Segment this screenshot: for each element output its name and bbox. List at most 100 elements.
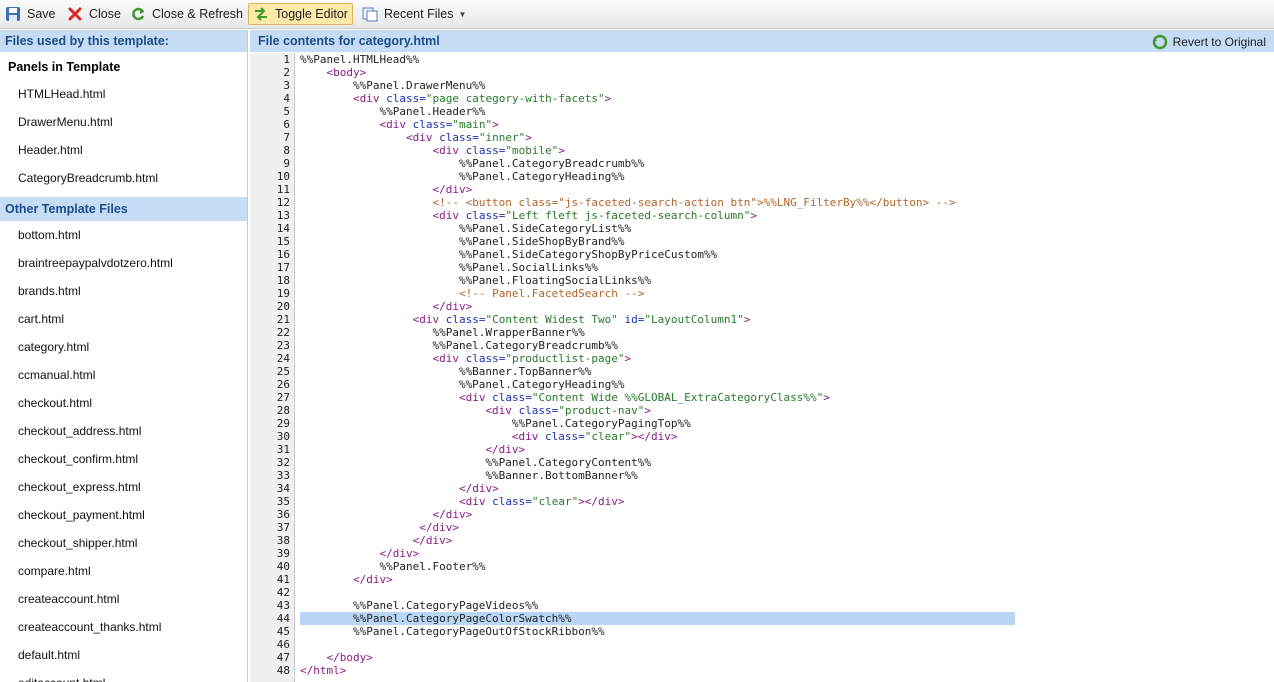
- code-line[interactable]: <body>: [300, 66, 367, 79]
- code-line[interactable]: </body>: [300, 651, 373, 664]
- code-line[interactable]: </div>: [300, 534, 453, 547]
- code-line[interactable]: %%Banner.BottomBanner%%: [300, 469, 637, 482]
- code-line[interactable]: %%Panel.Footer%%: [300, 560, 485, 573]
- code-line[interactable]: %%Panel.SideCategoryShopByPriceCustom%%: [300, 248, 717, 261]
- file-item[interactable]: braintreepaypalvdotzero.html: [0, 249, 247, 277]
- file-item[interactable]: compare.html: [0, 557, 247, 585]
- close-refresh-button[interactable]: Close & Refresh: [126, 3, 247, 25]
- file-item[interactable]: createaccount_thanks.html: [0, 613, 247, 641]
- code-line[interactable]: %%Panel.Header%%: [300, 105, 485, 118]
- code-token: class=: [492, 495, 532, 508]
- code-area[interactable]: %%Panel.HTMLHead%% <body> %%Panel.Drawer…: [300, 53, 1274, 682]
- line-number: 22: [276, 326, 290, 339]
- code-line[interactable]: %%Panel.CategoryBreadcrumb%%: [300, 157, 644, 170]
- code-line[interactable]: </div>: [300, 573, 393, 586]
- code-line[interactable]: <div class="clear"></div>: [300, 495, 625, 508]
- close-button[interactable]: Close: [63, 3, 125, 25]
- code-token: <div: [405, 131, 440, 144]
- file-item[interactable]: checkout_express.html: [0, 473, 247, 501]
- revert-to-original-button[interactable]: Revert to Original: [1152, 33, 1266, 51]
- code-line[interactable]: </div>: [300, 508, 472, 521]
- code-line[interactable]: %%Panel.CategoryBreadcrumb%%: [300, 339, 618, 352]
- code-line[interactable]: </div>: [300, 521, 459, 534]
- file-item[interactable]: CategoryBreadcrumb.html: [0, 164, 247, 192]
- code-line[interactable]: %%Panel.DrawerMenu%%: [300, 79, 485, 92]
- line-number: 18: [276, 274, 290, 287]
- file-item[interactable]: DrawerMenu.html: [0, 108, 247, 136]
- recent-files-button[interactable]: Recent Files ▼: [358, 3, 470, 25]
- code-line[interactable]: %%Panel.WrapperBanner%%: [300, 326, 584, 339]
- file-item[interactable]: ccmanual.html: [0, 361, 247, 389]
- line-number: 33: [276, 469, 290, 482]
- line-number: 24: [276, 352, 290, 365]
- code-line[interactable]: <div class="productlist-page">: [300, 352, 631, 365]
- code-token: >: [558, 144, 565, 157]
- file-item[interactable]: createaccount.html: [0, 585, 247, 613]
- file-item[interactable]: HTMLHead.html: [0, 80, 247, 108]
- code-editor[interactable]: 1 2 3 4 5 6 7 8 9 10 11 12 13 14 15 16 17 18 19 20 21 22 23 24 2…: [250, 53, 1274, 682]
- file-item[interactable]: cart.html: [0, 305, 247, 333]
- toggle-editor-button[interactable]: Toggle Editor: [248, 3, 353, 25]
- code-line[interactable]: %%Panel.CategoryPageColorSwatch%%: [300, 612, 572, 625]
- code-line[interactable]: </div>: [300, 482, 499, 495]
- file-item[interactable]: checkout_confirm.html: [0, 445, 247, 473]
- code-line[interactable]: %%Panel.HTMLHead%%: [300, 53, 419, 66]
- file-item[interactable]: Header.html: [0, 136, 247, 164]
- line-number: 13: [276, 209, 290, 222]
- code-line[interactable]: <div class="product-nav">: [300, 404, 651, 417]
- code-line[interactable]: </div>: [300, 300, 472, 313]
- file-item[interactable]: default.html: [0, 641, 247, 669]
- code-token: <div: [432, 209, 466, 222]
- code-line[interactable]: <!-- Panel.FacetedSearch -->: [300, 287, 644, 300]
- file-item[interactable]: checkout_shipper.html: [0, 529, 247, 557]
- code-line[interactable]: <div class="mobile">: [300, 144, 565, 157]
- line-number: 46: [276, 638, 290, 651]
- code-line[interactable]: <div class="Left fleft js-faceted-search…: [300, 209, 757, 222]
- file-item[interactable]: brands.html: [0, 277, 247, 305]
- line-number-gutter: 1 2 3 4 5 6 7 8 9 10 11 12 13 14 15 16 17 18 19 20 21 22 23 24 2…: [250, 53, 295, 682]
- code-line[interactable]: %%Panel.CategoryContent%%: [300, 456, 651, 469]
- code-line[interactable]: %%Panel.CategoryPageVideos%%: [300, 599, 538, 612]
- code-line[interactable]: </div>: [300, 547, 419, 560]
- code-line[interactable]: <div class="inner">: [300, 131, 532, 144]
- code-line[interactable]: %%Panel.SocialLinks%%: [300, 261, 598, 274]
- code-line[interactable]: <div class="Content Wide %%GLOBAL_ExtraC…: [300, 391, 830, 404]
- line-number: 36: [276, 508, 290, 521]
- code-line[interactable]: <!-- <button class="js-faceted-search-ac…: [300, 196, 955, 209]
- line-number: 6: [283, 118, 290, 131]
- code-token: "productlist-page": [505, 352, 625, 365]
- code-line[interactable]: <div class="clear"></div>: [300, 430, 678, 443]
- code-token: <div: [432, 144, 466, 157]
- file-item[interactable]: category.html: [0, 333, 247, 361]
- code-token: </div>: [412, 534, 453, 547]
- code-line[interactable]: %%Panel.CategoryPageOutOfStockRibbon%%: [300, 625, 605, 638]
- revert-icon: [1152, 34, 1168, 50]
- code-token: %%Panel.CategoryBreadcrumb%%: [300, 339, 618, 352]
- code-line[interactable]: <div class="Content Widest Two" id="Layo…: [300, 313, 751, 326]
- code-line[interactable]: %%Panel.FloatingSocialLinks%%: [300, 274, 651, 287]
- code-token: >: [492, 118, 499, 131]
- code-line[interactable]: </div>: [300, 443, 525, 456]
- code-token: class=: [465, 209, 506, 222]
- save-button[interactable]: Save: [1, 3, 60, 25]
- code-token: "main": [452, 118, 493, 131]
- code-line[interactable]: </div>: [300, 183, 472, 196]
- code-line[interactable]: <div class="page category-with-facets">: [300, 92, 611, 105]
- file-item[interactable]: editaccount.html: [0, 669, 247, 682]
- code-line[interactable]: %%Panel.CategoryPagingTop%%: [300, 417, 691, 430]
- file-item[interactable]: checkout_address.html: [0, 417, 247, 445]
- code-line[interactable]: %%Panel.CategoryHeading%%: [300, 378, 625, 391]
- code-line[interactable]: %%Panel.SideShopByBrand%%: [300, 235, 625, 248]
- code-line[interactable]: %%Panel.SideCategoryList%%: [300, 222, 631, 235]
- code-line[interactable]: <div class="main">: [300, 118, 499, 131]
- code-line[interactable]: </html>: [300, 664, 346, 677]
- code-token: %%Panel.HTMLHead%%: [300, 53, 420, 66]
- other-template-files-header: Other Template Files: [0, 197, 247, 221]
- code-line[interactable]: %%Banner.TopBanner%%: [300, 365, 591, 378]
- file-item[interactable]: checkout.html: [0, 389, 247, 417]
- code-line[interactable]: %%Panel.CategoryHeading%%: [300, 170, 625, 183]
- file-item[interactable]: bottom.html: [0, 221, 247, 249]
- file-item[interactable]: checkout_payment.html: [0, 501, 247, 529]
